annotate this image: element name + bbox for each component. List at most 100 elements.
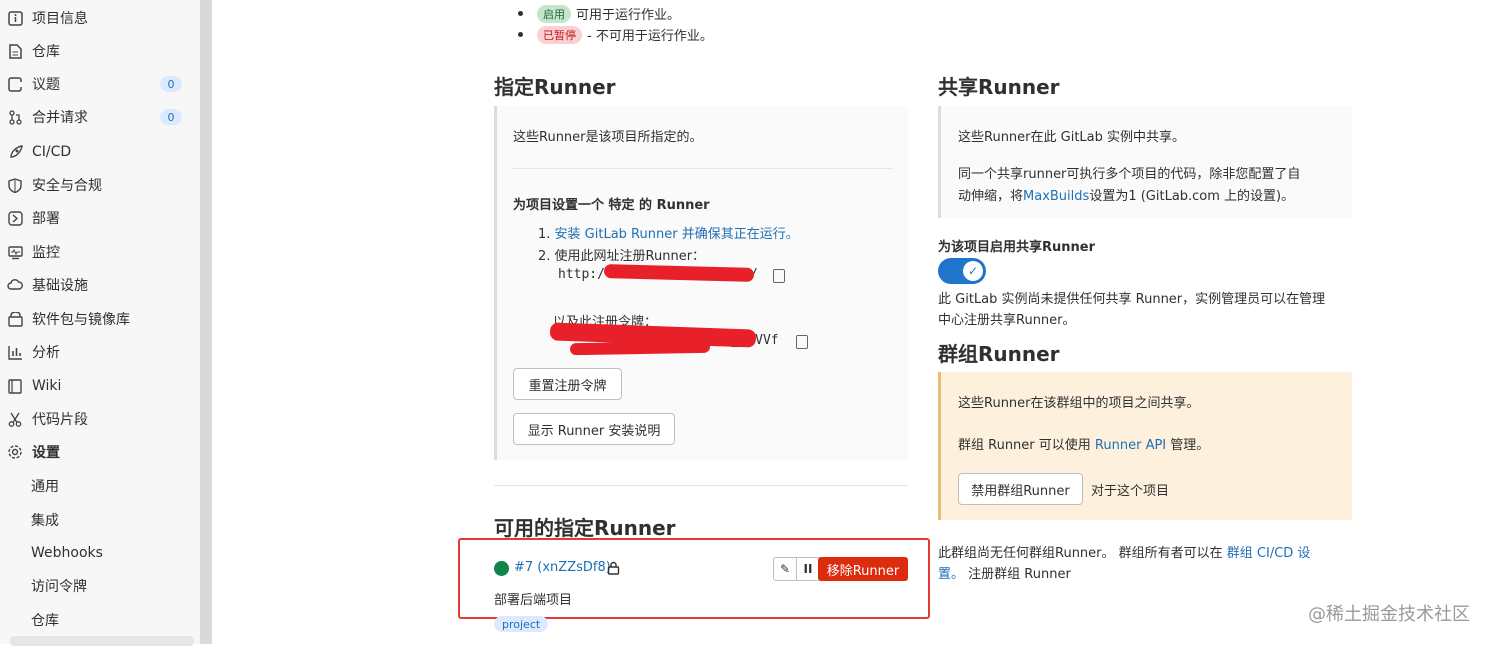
- active-pill: 启用: [537, 4, 571, 23]
- register-url-prefix: http:/: [558, 267, 605, 282]
- monitor-icon: [7, 244, 23, 260]
- group-runners-title: 群组Runner: [938, 342, 1060, 366]
- paused-desc: - 不可用于运行作业。: [587, 29, 713, 44]
- specific-runners-desc: 这些Runner是该项目所指定的。: [513, 130, 703, 145]
- sidebar-item-snippets[interactable]: 代码片段: [0, 404, 200, 434]
- pencil-icon: ✎: [779, 562, 791, 576]
- runner-description: 部署后端项目: [494, 593, 573, 608]
- sidebar-item-label: 分析: [32, 345, 60, 361]
- group-desc-2: 群组 Runner 可以使用 Runner API 管理。: [958, 434, 1209, 453]
- available-runners-title: 可用的指定Runner: [494, 516, 676, 540]
- sidebar-item-label: 代码片段: [32, 412, 88, 428]
- enable-shared-runners-toggle[interactable]: ✓: [938, 258, 986, 284]
- merge-request-icon: [7, 109, 23, 125]
- sidebar-item-label: 监控: [32, 245, 60, 261]
- shared-desc-2-line1: 同一个共享runner可执行多个项目的代码，除非您配置了自: [958, 167, 1301, 182]
- sidebar-item-settings[interactable]: 设置: [0, 437, 200, 467]
- sidebar-item-merge-requests[interactable]: 合并请求 0: [0, 102, 200, 132]
- runner-api-link[interactable]: Runner API: [1095, 438, 1166, 453]
- disable-group-runners-button[interactable]: 禁用群组Runner: [958, 473, 1083, 505]
- copy-url-icon[interactable]: [773, 269, 785, 283]
- gear-icon: [7, 444, 23, 460]
- show-install-instructions-button[interactable]: 显示 Runner 安装说明: [513, 413, 675, 445]
- sidebar-item-security[interactable]: 安全与合规: [0, 170, 200, 200]
- group-cicd-settings-link-cont[interactable]: 置。: [938, 567, 964, 582]
- install-runner-link[interactable]: 安装 GitLab Runner 并确保其正在运行。: [555, 227, 799, 242]
- redaction-mark: [569, 340, 711, 356]
- sidebar-item-label: 软件包与镜像库: [32, 312, 130, 328]
- sidebar-item-label: 设置: [32, 445, 60, 461]
- sidebar-item-repository[interactable]: 仓库: [0, 36, 200, 66]
- copy-token-icon[interactable]: [796, 335, 808, 349]
- status-legend-active: 启用 可用于运行作业。: [518, 4, 680, 23]
- text: 管理。: [1166, 438, 1210, 453]
- sidebar-item-infrastructure[interactable]: 基础设施: [0, 270, 200, 300]
- sidebar-item-label: 仓库: [32, 44, 60, 60]
- runner-id-link[interactable]: #7 (xnZZsDf8): [514, 560, 611, 575]
- runner-tag: project: [494, 616, 549, 632]
- sidebar-item-label: CI/CD: [32, 144, 72, 160]
- issues-icon: [7, 76, 23, 92]
- specific-runners-box: [494, 106, 908, 460]
- sidebar-scrollbar[interactable]: [200, 0, 212, 644]
- package-icon: [7, 311, 23, 327]
- step-1-number: 1.: [538, 227, 551, 242]
- sidebar-item-wiki[interactable]: Wiki: [0, 371, 200, 401]
- paused-pill: 已暂停: [537, 25, 582, 44]
- sidebar-item-label: Wiki: [32, 378, 62, 394]
- book-icon: [7, 378, 23, 394]
- chart-icon: [7, 344, 23, 360]
- sidebar-active-item-bg: [10, 636, 194, 646]
- sidebar-item-project-info[interactable]: 项目信息: [0, 3, 200, 33]
- maxbuilds-link[interactable]: MaxBuilds: [1023, 189, 1089, 204]
- group-note-line2: 置。 注册群组 Runner: [938, 563, 1071, 582]
- sidebar-subitem-general[interactable]: 通用: [31, 472, 59, 500]
- sidebar-item-cicd[interactable]: CI/CD: [0, 137, 200, 167]
- shared-note-line2: 中心注册共享Runner。: [938, 313, 1076, 328]
- cloud-icon: [7, 277, 23, 293]
- step-2: 2. 使用此网址注册Runner：: [538, 249, 706, 264]
- deploy-icon: [7, 210, 23, 226]
- setup-title: 为项目设置一个 特定 的 Runner: [513, 198, 710, 213]
- sidebar-item-analytics[interactable]: 分析: [0, 337, 200, 367]
- sidebar-item-label: 基础设施: [32, 278, 88, 294]
- text: 群组 Runner 可以使用: [958, 438, 1095, 453]
- sidebar-item-label: 安全与合规: [32, 178, 102, 194]
- sidebar-item-monitor[interactable]: 监控: [0, 237, 200, 267]
- shared-desc-1: 这些Runner在此 GitLab 实例中共享。: [958, 130, 1186, 145]
- lock-icon: [607, 561, 620, 579]
- group-desc-1: 这些Runner在该群组中的项目之间共享。: [958, 396, 1200, 411]
- shared-note-line1: 此 GitLab 实例尚未提供任何共享 Runner，实例管理员可以在管理: [938, 292, 1326, 307]
- text: 此群组尚无任何群组Runner。 群组所有者可以在: [938, 546, 1227, 561]
- scissors-icon: [7, 411, 23, 427]
- remove-runner-button[interactable]: 移除Runner: [818, 557, 908, 581]
- sidebar-subitem-webhooks[interactable]: Webhooks: [31, 539, 103, 567]
- rocket-icon: [7, 144, 23, 160]
- register-url[interactable]: http:/: [558, 267, 605, 282]
- sidebar-subitem-repository[interactable]: 仓库: [31, 606, 59, 634]
- sidebar-item-label: 合并请求: [32, 110, 88, 126]
- specific-runners-title: 指定Runner: [494, 75, 616, 99]
- reset-token-button[interactable]: 重置注册令牌: [513, 368, 622, 400]
- shared-runners-title: 共享Runner: [938, 75, 1060, 99]
- bullet: [518, 32, 523, 37]
- document-icon: [7, 43, 23, 59]
- sidebar-subitem-integrations[interactable]: 集成: [31, 506, 59, 534]
- group-cicd-settings-link[interactable]: 群组 CI/CD 设: [1227, 546, 1311, 561]
- sidebar-item-issues[interactable]: 议题 0: [0, 69, 200, 99]
- sidebar-item-packages[interactable]: 软件包与镜像库: [0, 304, 200, 334]
- pause-runner-button[interactable]: II: [796, 557, 820, 581]
- watermark: @稀土掘金技术社区: [1308, 604, 1470, 625]
- sidebar-item-deploy[interactable]: 部署: [0, 203, 200, 233]
- pause-icon: II: [803, 562, 813, 576]
- edit-runner-button[interactable]: ✎: [773, 557, 797, 581]
- bullet: [518, 11, 523, 16]
- group-note-line1: 此群组尚无任何群组Runner。 群组所有者可以在 群组 CI/CD 设: [938, 542, 1310, 561]
- sidebar-subitem-access-tokens[interactable]: 访问令牌: [31, 572, 87, 600]
- status-legend-paused: 已暂停 - 不可用于运行作业。: [518, 25, 713, 44]
- enable-shared-label: 为该项目启用共享Runner: [938, 240, 1096, 255]
- info-icon: [7, 10, 23, 26]
- text: 动伸缩，将: [958, 189, 1024, 204]
- sidebar-item-label: 项目信息: [32, 11, 88, 27]
- merge-requests-count-badge: 0: [160, 109, 182, 125]
